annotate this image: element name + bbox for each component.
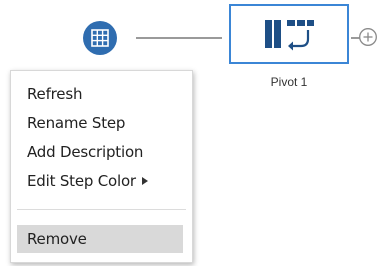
table-grid-icon: [91, 29, 109, 47]
pivot-step-node[interactable]: [229, 4, 349, 64]
menu-item-label: Rename Step: [27, 114, 126, 132]
menu-item-label: Edit Step Color: [27, 172, 136, 190]
menu-divider: [17, 209, 186, 210]
menu-item-rename-step[interactable]: Rename Step: [11, 111, 192, 135]
menu-item-label: Refresh: [27, 85, 83, 103]
menu-item-label: Add Description: [27, 143, 144, 161]
menu-item-edit-step-color[interactable]: Edit Step Color: [11, 169, 192, 193]
menu-item-remove[interactable]: Remove: [17, 225, 183, 253]
pivot-step-label: Pivot 1: [270, 75, 308, 89]
menu-item-refresh[interactable]: Refresh: [11, 82, 192, 106]
flow-connector: [136, 37, 222, 39]
step-context-menu: Refresh Rename Step Add Description Edit…: [10, 70, 193, 263]
plus-circle-icon: [359, 28, 377, 46]
add-step-button[interactable]: [358, 27, 378, 47]
menu-item-add-description[interactable]: Add Description: [11, 140, 192, 164]
pivot-icon: [265, 20, 314, 51]
flow-canvas: Pivot 1 Refresh Rename Step Add Descript…: [0, 0, 387, 266]
menu-item-label: Remove: [27, 230, 87, 248]
input-step-node[interactable]: [83, 21, 117, 55]
chevron-right-icon: [141, 177, 148, 185]
